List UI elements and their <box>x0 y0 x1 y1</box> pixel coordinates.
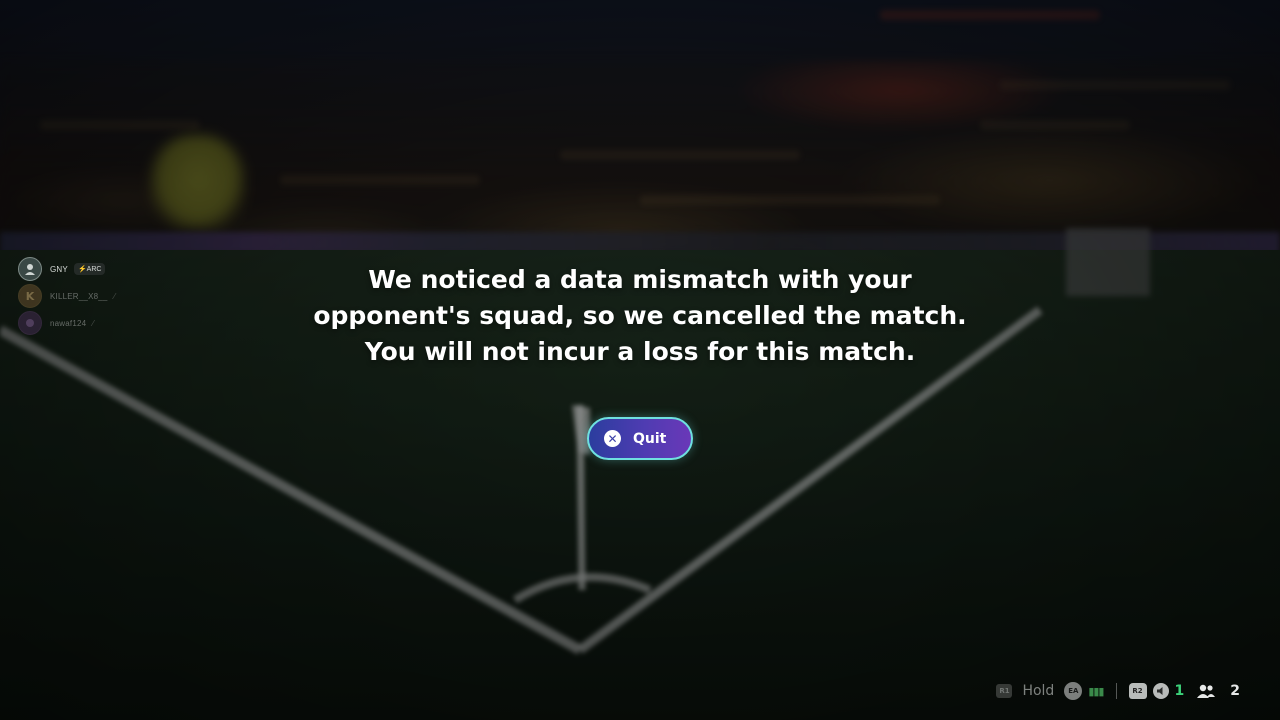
speaker-icon <box>1156 687 1162 695</box>
player-name: KILLER__X8__ <box>50 291 108 301</box>
divider <box>1115 683 1117 699</box>
match-cancelled-screen: GNY ⚡ARC K KILLER__X8__ ⁄ nawaf124 ⁄ We … <box>0 0 1280 720</box>
signal-bars-icon: ▮▮▮ <box>1088 684 1104 698</box>
player-entry: nawaf124 ⁄ <box>18 310 158 336</box>
message-line: opponent's squad, so we cancelled the ma… <box>313 301 967 330</box>
quit-label: Quit <box>633 430 667 447</box>
r1-button-icon: R1 <box>996 684 1013 698</box>
quit-button[interactable]: ✕ Quit <box>587 417 693 460</box>
party-icon[interactable] <box>1196 683 1216 699</box>
people-icon <box>1197 684 1216 698</box>
player-avatar-icon <box>26 319 34 327</box>
avatar <box>18 257 42 281</box>
player-entry: K KILLER__X8__ ⁄ <box>18 283 158 309</box>
party-count: 2 <box>1230 683 1240 699</box>
muted-mic-icon: ⁄ <box>92 318 94 328</box>
player-name: nawaf124 <box>50 318 87 328</box>
player-entry: GNY ⚡ARC <box>18 256 158 282</box>
muted-count: 1 <box>1174 683 1185 699</box>
speaker-mute-icon[interactable] <box>1152 683 1169 699</box>
cancel-message: We noticed a data mismatch with your opp… <box>240 262 1040 370</box>
ea-logo-icon: EA <box>1064 682 1083 700</box>
player-avatar-icon <box>25 264 35 275</box>
message-line: We noticed a data mismatch with your <box>368 265 912 294</box>
avatar: K <box>18 284 42 308</box>
status-bar: R1 Hold EA ▮▮▮ R2 1 2 <box>996 680 1240 702</box>
x-circle-icon: ✕ <box>604 430 621 447</box>
player-club-tag: ⚡ARC <box>73 263 106 275</box>
r2-button-icon: R2 <box>1128 683 1147 699</box>
avatar <box>18 311 42 335</box>
player-list: GNY ⚡ARC K KILLER__X8__ ⁄ nawaf124 ⁄ <box>18 256 158 337</box>
hold-label: Hold <box>1022 683 1055 699</box>
message-line: You will not incur a loss for this match… <box>364 337 916 366</box>
player-name: GNY <box>50 264 68 274</box>
muted-mic-icon: ⁄ <box>113 291 115 301</box>
